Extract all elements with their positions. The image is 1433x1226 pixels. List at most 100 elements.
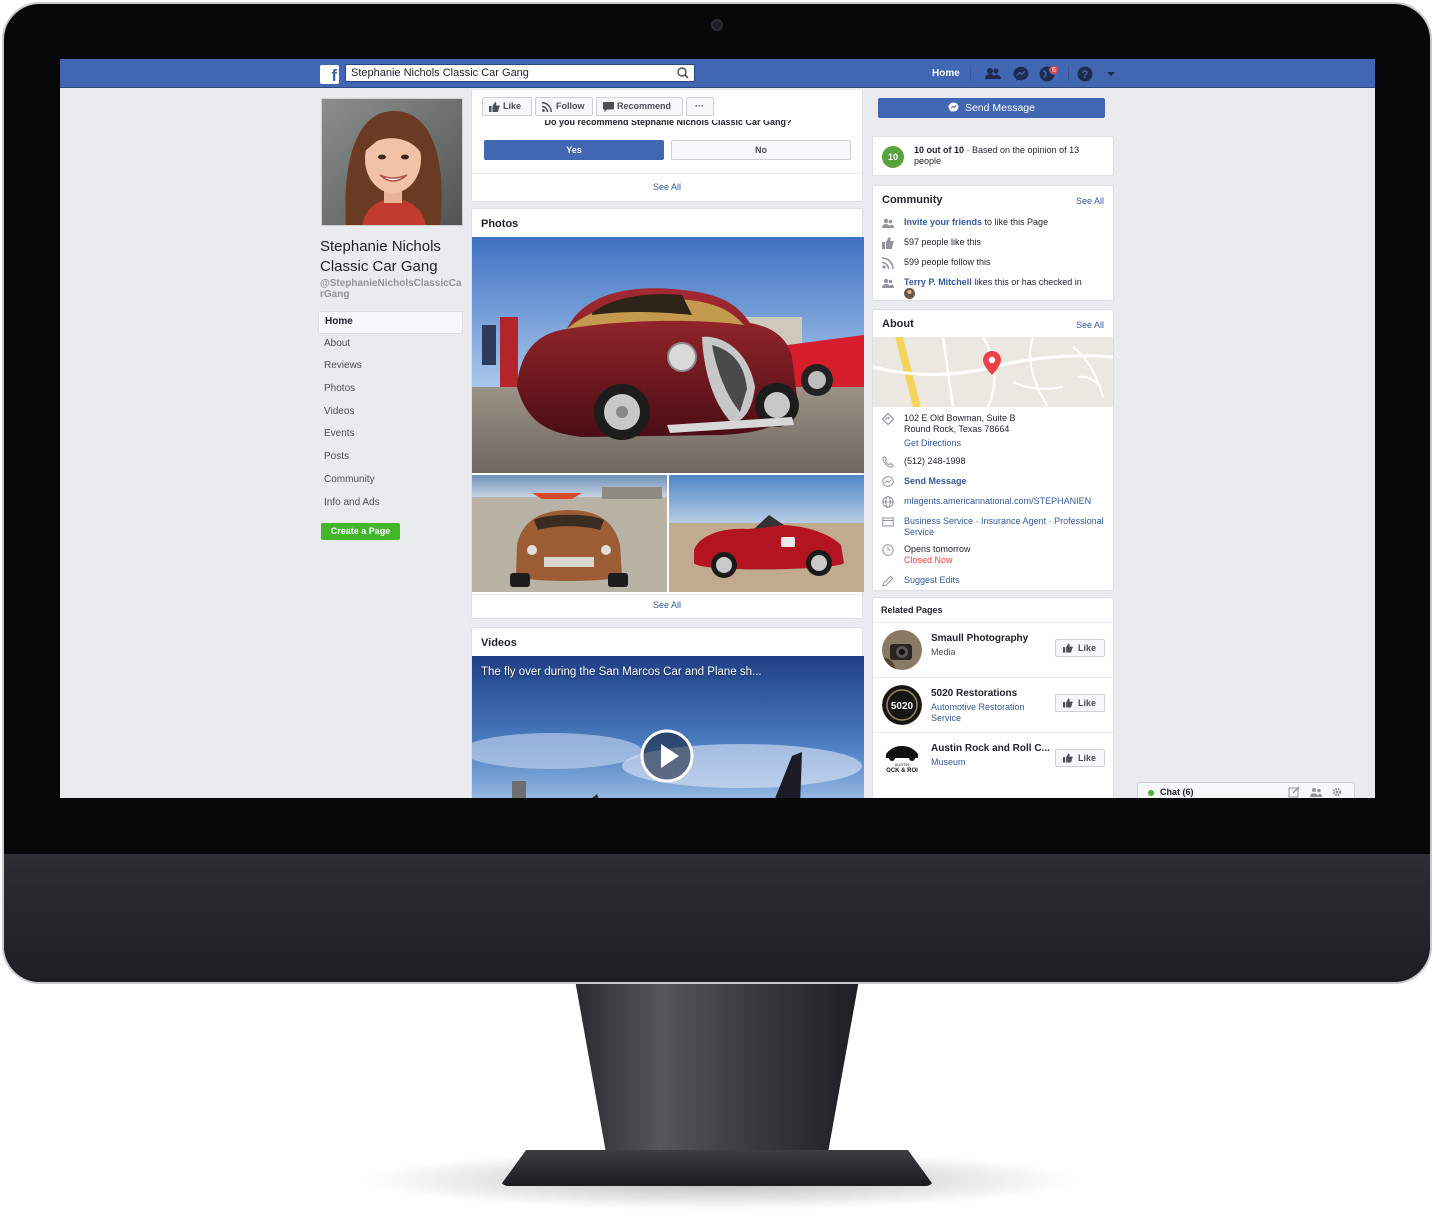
left-nav-item-photos[interactable]: Photos: [318, 379, 463, 402]
page-navigation: Home About Reviews Photos Videos Events …: [318, 311, 463, 515]
related-page-name[interactable]: 5020 Restorations: [931, 688, 1056, 699]
search-input-value: Stephanie Nichols Classic Car Gang: [351, 67, 529, 79]
about-title: About: [882, 318, 914, 330]
pencil-icon: [882, 575, 894, 587]
location-map[interactable]: [873, 337, 1113, 407]
map-pin-icon: [983, 351, 1001, 375]
recommend-no-button[interactable]: No: [671, 140, 851, 160]
left-nav-item-info-and-ads[interactable]: Info and Ads: [318, 493, 463, 516]
friends-icon: [882, 278, 894, 288]
gear-icon[interactable]: [1331, 786, 1343, 798]
related-page-name[interactable]: Smaull Photography: [931, 633, 1056, 644]
nav-home-link[interactable]: Home: [932, 68, 960, 79]
invite-friends-link[interactable]: Invite your friends: [904, 217, 982, 227]
phone-number[interactable]: (512) 248-1998: [904, 456, 1110, 467]
related-page-item[interactable]: 5020 5020 Restorations Automotive Restor…: [873, 677, 1113, 732]
related-page-like-button[interactable]: Like: [1055, 749, 1105, 767]
invite-friends-icon: [882, 218, 894, 228]
search-icon[interactable]: [672, 65, 694, 81]
directions-icon: [882, 413, 894, 425]
new-message-icon[interactable]: [1288, 786, 1300, 798]
play-icon[interactable]: [640, 729, 694, 783]
recommend-page-label: Recommend: [617, 101, 672, 111]
community-see-all-link[interactable]: See All: [1076, 196, 1104, 206]
thumbs-up-icon: [489, 102, 500, 112]
video-title: The fly over during the San Marcos Car a…: [481, 666, 762, 678]
about-see-all-link[interactable]: See All: [1076, 320, 1104, 330]
related-page-item[interactable]: Smaull Photography Media Like: [873, 622, 1113, 677]
thumb-rock-text: OCK & ROI: [886, 768, 918, 774]
messenger-icon[interactable]: [1012, 65, 1030, 83]
left-nav-item-about[interactable]: About: [318, 334, 463, 357]
related-page-category[interactable]: Museum: [931, 757, 1056, 768]
camera-icon: [711, 19, 723, 31]
reviews-see-all-link[interactable]: See All: [472, 182, 862, 192]
photo-bronze-vintage-car[interactable]: [472, 475, 667, 592]
chat-bar[interactable]: Chat (6): [1137, 782, 1355, 798]
create-page-button[interactable]: Create a Page: [321, 523, 400, 540]
recommend-yes-button[interactable]: Yes: [484, 140, 664, 160]
friend-name-link[interactable]: Terry P. Mitchell: [904, 277, 972, 287]
like-page-button[interactable]: Like: [482, 97, 532, 116]
left-nav-item-home[interactable]: Home: [318, 311, 463, 334]
thumbs-up-icon: [1063, 698, 1073, 708]
left-nav-item-events[interactable]: Events: [318, 424, 463, 447]
related-page-avatar[interactable]: 5020: [882, 685, 922, 725]
profile-photo[interactable]: [321, 98, 463, 226]
monitor-stand: [575, 980, 859, 1170]
hours-text: Opens tomorrow: [904, 544, 971, 554]
left-nav-item-posts[interactable]: Posts: [318, 447, 463, 470]
category-icon: [882, 517, 894, 527]
related-page-avatar[interactable]: AUSTIN OCK & ROI: [882, 740, 922, 780]
related-page-like-button[interactable]: Like: [1055, 639, 1105, 657]
divider: [472, 173, 862, 174]
address-line-1: 102 E Old Bowman, Suite B: [904, 413, 1016, 423]
more-options-button[interactable]: ···: [686, 97, 714, 116]
svg-text:?: ?: [1082, 69, 1089, 81]
facebook-logo-icon[interactable]: f: [320, 65, 339, 84]
page-actions-card: Like Follow Recommend ··· Do you recomme…: [471, 90, 863, 202]
page-categories[interactable]: Business Service · Insurance Agent · Pro…: [904, 516, 1110, 538]
related-page-avatar[interactable]: [882, 630, 922, 670]
photos-card-title: Photos: [481, 218, 519, 230]
chat-group-icon[interactable]: [1310, 786, 1322, 798]
thumb-5020-text: 5020: [891, 701, 914, 712]
thumbs-up-icon: [1063, 753, 1073, 763]
phone-icon: [882, 456, 894, 468]
related-page-like-button[interactable]: Like: [1055, 694, 1105, 712]
photos-see-all-link[interactable]: See All: [472, 600, 862, 610]
website-link[interactable]: mlagents.americannational.com/STEPHANIEN: [904, 496, 1110, 507]
related-page-name[interactable]: Austin Rock and Roll C...: [931, 743, 1056, 754]
clock-icon: [882, 544, 894, 556]
account-menu-chevron-down-icon[interactable]: [1102, 65, 1120, 83]
photo-large-classic-car[interactable]: [472, 237, 864, 473]
like-page-label: Like: [503, 101, 522, 111]
friend-activity: likes this or has checked in: [971, 277, 1082, 287]
left-nav-item-community[interactable]: Community: [318, 470, 463, 493]
recommend-question: Do you recommend Stephanie Nichols Class…: [544, 120, 792, 127]
video-player[interactable]: The fly over during the San Marcos Car a…: [472, 656, 864, 798]
related-pages-title: Related Pages: [881, 605, 943, 615]
page-handle[interactable]: @StephanieNicholsClassicCarGang: [320, 278, 464, 300]
search-input[interactable]: Stephanie Nichols Classic Car Gang: [345, 64, 695, 82]
chat-label[interactable]: Chat (6): [1160, 787, 1194, 797]
about-send-message-link[interactable]: Send Message: [904, 476, 1110, 487]
page-title[interactable]: Stephanie Nichols Classic Car Gang: [320, 237, 470, 277]
get-directions-link[interactable]: Get Directions: [904, 438, 961, 448]
send-message-button[interactable]: Send Message: [878, 98, 1105, 118]
notification-badge: 6: [1049, 65, 1059, 75]
suggest-edits-link[interactable]: Suggest Edits: [904, 575, 1110, 586]
recommend-page-button[interactable]: Recommend: [596, 97, 683, 116]
friend-avatar[interactable]: [904, 288, 915, 299]
thumbs-up-icon: [882, 237, 894, 249]
photo-red-roadster[interactable]: [669, 475, 864, 592]
messenger-icon: [948, 102, 959, 112]
left-nav-item-videos[interactable]: Videos: [318, 402, 463, 425]
left-nav-item-reviews[interactable]: Reviews: [318, 356, 463, 379]
related-page-category[interactable]: Automotive Restoration Service: [931, 702, 1056, 724]
follow-page-button[interactable]: Follow: [535, 97, 593, 116]
divider: [472, 594, 862, 595]
help-icon[interactable]: ?: [1076, 65, 1094, 83]
related-page-item[interactable]: AUSTIN OCK & ROI Austin Rock and Roll C..…: [873, 732, 1113, 787]
friend-requests-icon[interactable]: [984, 65, 1002, 83]
